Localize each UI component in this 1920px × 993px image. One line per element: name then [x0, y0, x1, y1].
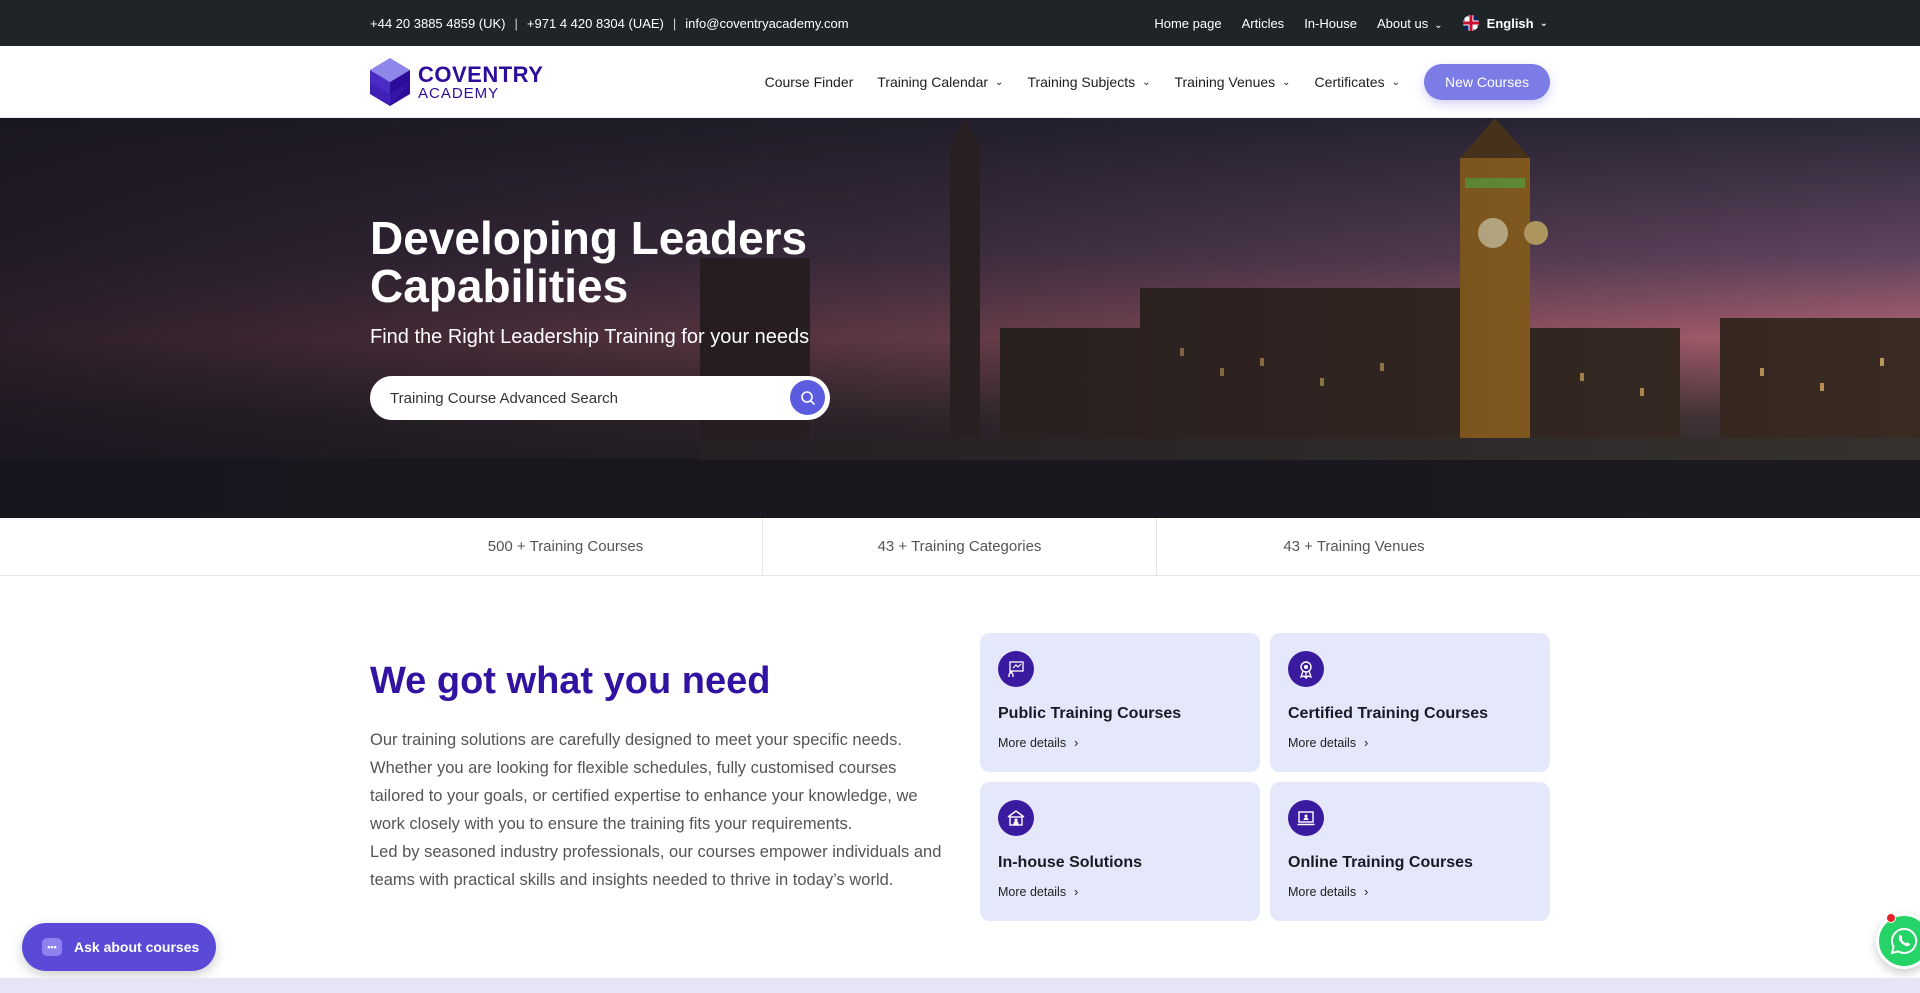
stat-categories: 43 + Training Categories: [763, 518, 1157, 575]
nav-certificates[interactable]: Certificates ⌄: [1315, 74, 1400, 90]
email-link[interactable]: info@coventryacademy.com: [685, 16, 848, 31]
nav-label: Course Finder: [764, 74, 854, 90]
separator: |: [514, 15, 518, 31]
next-section-edge: [0, 978, 1920, 993]
stats-bar: 500 + Training Courses 43 + Training Cat…: [0, 518, 1920, 576]
top-links: Home page Articles In-House About us ⌄ En…: [1154, 0, 1548, 46]
notification-dot: [1886, 913, 1896, 923]
nav-label: Training Calendar: [877, 74, 989, 90]
nav-label: Training Subjects: [1027, 74, 1136, 90]
phone-uk-link[interactable]: +44 20 3885 4859 (UK): [370, 16, 506, 31]
nav-label: Training Venues: [1174, 74, 1276, 90]
toplink-home[interactable]: Home page: [1154, 16, 1221, 31]
more-details-link[interactable]: More details ›: [998, 885, 1242, 899]
card-certified-training[interactable]: Certified Training Courses More details ›: [1270, 633, 1550, 772]
ask-about-courses-button[interactable]: ••• Ask about courses: [22, 923, 216, 971]
description-paragraph: Led by seasoned industry professionals, …: [370, 843, 942, 889]
toplink-in-house[interactable]: In-House: [1304, 16, 1357, 31]
logo-mark-icon: [370, 58, 410, 106]
hero-overlay: [0, 118, 1920, 518]
description-paragraph: Our training solutions are carefully des…: [370, 731, 918, 833]
search-button[interactable]: [790, 380, 825, 415]
whatsapp-icon: [1890, 927, 1918, 955]
chevron-right-icon: ›: [1074, 885, 1079, 899]
card-title: Public Training Courses: [998, 705, 1182, 722]
top-bar: +44 20 3885 4859 (UK) | +971 4 420 8304 …: [0, 0, 1920, 46]
chevron-down-icon: ⌄: [1142, 76, 1151, 88]
language-label: English: [1486, 15, 1534, 31]
nav-course-finder[interactable]: Course Finder: [765, 74, 854, 90]
main-navigation: COVENTRY ACADEMY Course Finder Training …: [0, 46, 1920, 118]
chevron-right-icon: ›: [1074, 736, 1079, 750]
chat-bubble-icon: •••: [42, 938, 62, 956]
chevron-down-icon: ⌄: [995, 76, 1004, 88]
contact-info: +44 20 3885 4859 (UK) | +971 4 420 8304 …: [370, 0, 849, 46]
more-details-link[interactable]: More details ›: [998, 736, 1242, 750]
service-cards: Public Training Courses More details › Ce…: [980, 633, 1550, 921]
ask-label: Ask about courses: [74, 939, 200, 955]
about-us-label: About us: [1376, 15, 1429, 31]
chevron-down-icon: ⌄: [1391, 76, 1400, 88]
section-description: Our training solutions are carefully des…: [370, 726, 950, 894]
search-icon: [800, 390, 815, 405]
language-selector[interactable]: English ⌄: [1462, 15, 1548, 31]
more-details-link[interactable]: More details ›: [1288, 736, 1532, 750]
nav-training-calendar[interactable]: Training Calendar ⌄: [877, 74, 1003, 90]
toplink-articles[interactable]: Articles: [1242, 16, 1285, 31]
building-icon: [998, 800, 1034, 836]
chevron-right-icon: ›: [1364, 885, 1369, 899]
stat-courses: 500 + Training Courses: [369, 518, 763, 575]
certificate-badge-icon: [1288, 651, 1324, 687]
chevron-down-icon: ⌄: [1539, 17, 1548, 29]
card-in-house-solutions[interactable]: In-house Solutions More details ›: [980, 782, 1260, 921]
course-search-input[interactable]: [390, 389, 770, 407]
new-courses-button[interactable]: New Courses: [1423, 64, 1550, 100]
hero-subtitle: Find the Right Leadership Training for y…: [370, 326, 810, 348]
card-online-training[interactable]: Online Training Courses More details ›: [1270, 782, 1550, 921]
hero-banner: Developing Leaders Capabilities Find the…: [0, 118, 1920, 518]
whatsapp-button[interactable]: [1876, 913, 1920, 969]
logo-text-primary: COVENTRY: [418, 61, 544, 87]
phone-uae-link[interactable]: +971 4 420 8304 (UAE): [527, 16, 664, 31]
chevron-down-icon: ⌄: [1434, 19, 1443, 31]
nav-label: Certificates: [1314, 74, 1385, 90]
separator: |: [672, 15, 677, 31]
card-title: In-house Solutions: [998, 854, 1142, 871]
more-details-label: More details: [998, 885, 1067, 899]
more-details-link[interactable]: More details ›: [1288, 885, 1532, 899]
card-public-training[interactable]: Public Training Courses More details ›: [980, 633, 1260, 772]
stat-venues: 43 + Training Venues: [1283, 538, 1425, 555]
card-title: Certified Training Courses: [1288, 705, 1489, 722]
nav-items: Course Finder Training Calendar ⌄ Trainin…: [765, 46, 1550, 118]
chevron-down-icon: ⌄: [1282, 76, 1291, 88]
hero-title: Developing Leaders Capabilities: [370, 212, 808, 312]
more-details-label: More details: [1288, 885, 1357, 899]
more-details-label: More details: [998, 736, 1067, 750]
course-search-bar: [370, 376, 830, 420]
more-details-label: More details: [1288, 736, 1357, 750]
section-title: We got what you need: [370, 660, 771, 702]
uk-flag-icon: [1462, 15, 1479, 31]
card-title: Online Training Courses: [1288, 854, 1473, 871]
logo-text-secondary: ACADEMY: [418, 84, 500, 102]
presentation-icon: [998, 651, 1034, 687]
chevron-right-icon: ›: [1364, 736, 1369, 750]
laptop-icon: [1288, 800, 1324, 836]
nav-training-venues[interactable]: Training Venues ⌄: [1174, 74, 1290, 90]
nav-training-subjects[interactable]: Training Subjects ⌄: [1027, 74, 1150, 90]
toplink-about-us[interactable]: About us ⌄: [1377, 16, 1443, 31]
logo[interactable]: COVENTRY ACADEMY: [370, 58, 543, 106]
